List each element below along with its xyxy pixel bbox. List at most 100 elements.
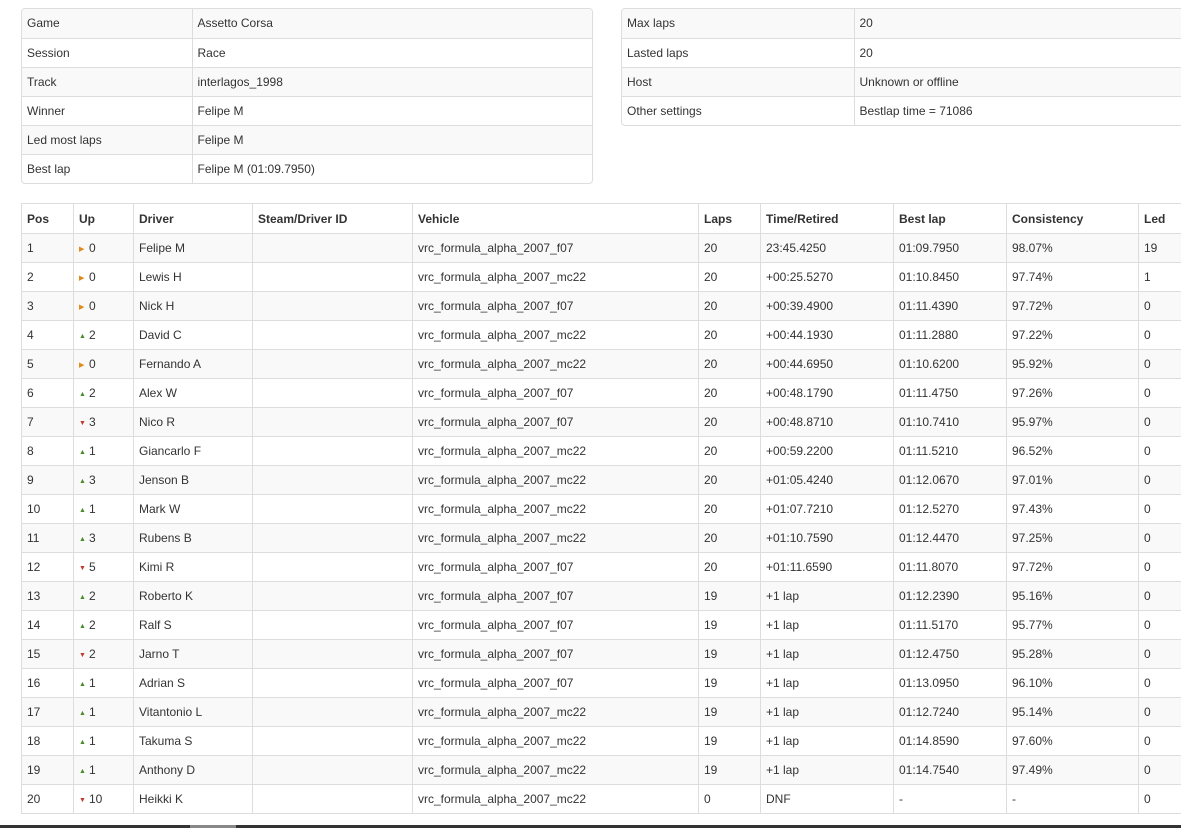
info-label: Other settings bbox=[622, 95, 855, 125]
led-cell: 0 bbox=[1138, 378, 1181, 408]
consistency-cell: 97.74% bbox=[1006, 262, 1139, 292]
led-cell: 0 bbox=[1138, 291, 1181, 321]
best-lap-cell: 01:12.7240 bbox=[893, 697, 1007, 727]
info-row: Host Unknown or offline bbox=[622, 66, 1181, 97]
position-change: 5 bbox=[89, 560, 96, 574]
position-change: 3 bbox=[89, 415, 96, 429]
laps-cell: 20 bbox=[698, 349, 761, 379]
table-row: 4 ▲ 2 David Cvrc_formula_alpha_2007_mc22 20 +… bbox=[21, 320, 1181, 350]
laps-cell: 20 bbox=[698, 552, 761, 582]
time-cell: +1 lap bbox=[760, 697, 894, 727]
table-row: 15 ▼ 2 Jarno Tvrc_formula_alpha_2007_f07 19 +… bbox=[21, 639, 1181, 669]
laps-cell: 19 bbox=[698, 639, 761, 669]
header-up[interactable]: Up bbox=[73, 203, 134, 234]
pos-cell: 19 bbox=[21, 755, 74, 785]
laps-cell: 19 bbox=[698, 581, 761, 611]
time-cell: +01:05.4240 bbox=[760, 465, 894, 495]
position-change: 1 bbox=[89, 502, 96, 516]
triangle-up-icon: ▲ bbox=[79, 478, 86, 485]
up-cell: ▶ 0 bbox=[73, 262, 134, 292]
triangle-right-icon: ▶ bbox=[79, 304, 85, 311]
time-cell: +00:39.4900 bbox=[760, 291, 894, 321]
consistency-cell: 97.22% bbox=[1006, 320, 1139, 350]
driver-cell: Nick H bbox=[133, 291, 253, 321]
steam-id-cell bbox=[252, 465, 413, 495]
pos-cell: 13 bbox=[21, 581, 74, 611]
led-cell: 0 bbox=[1138, 407, 1181, 437]
header-led[interactable]: Led bbox=[1138, 203, 1181, 234]
best-lap-cell: 01:11.8070 bbox=[893, 552, 1007, 582]
header-pos[interactable]: Pos bbox=[21, 203, 74, 234]
info-label: Best lap bbox=[22, 153, 193, 183]
driver-cell: Mark W bbox=[133, 494, 253, 524]
led-cell: 19 bbox=[1138, 233, 1181, 263]
info-value: 20 bbox=[853, 37, 1181, 68]
up-cell: ▲ 2 bbox=[73, 320, 134, 350]
time-cell: +01:07.7210 bbox=[760, 494, 894, 524]
pos-cell: 2 bbox=[21, 262, 74, 292]
vehicle-cell: vrc_formula_alpha_2007_f07 bbox=[412, 668, 699, 698]
header-vehicle[interactable]: Vehicle bbox=[412, 203, 699, 234]
consistency-cell: 96.52% bbox=[1006, 436, 1139, 466]
best-lap-cell: 01:09.7950 bbox=[893, 233, 1007, 263]
up-cell: ▲ 1 bbox=[73, 726, 134, 756]
best-lap-cell: 01:11.5210 bbox=[893, 436, 1007, 466]
led-cell: 0 bbox=[1138, 581, 1181, 611]
led-cell: 0 bbox=[1138, 755, 1181, 785]
info-label: Session bbox=[22, 37, 193, 68]
consistency-cell: 98.07% bbox=[1006, 233, 1139, 263]
steam-id-cell bbox=[252, 784, 413, 814]
led-cell: 0 bbox=[1138, 494, 1181, 524]
steam-id-cell bbox=[252, 697, 413, 727]
laps-cell: 20 bbox=[698, 378, 761, 408]
up-cell: ▲ 2 bbox=[73, 610, 134, 640]
time-cell: +1 lap bbox=[760, 726, 894, 756]
table-row: 9 ▲ 3 Jenson Bvrc_formula_alpha_2007_mc22 20… bbox=[21, 465, 1181, 495]
best-lap-cell: 01:11.4750 bbox=[893, 378, 1007, 408]
pos-cell: 14 bbox=[21, 610, 74, 640]
best-lap-cell: 01:14.7540 bbox=[893, 755, 1007, 785]
steam-id-cell bbox=[252, 610, 413, 640]
table-row: 10 ▲ 1 Mark Wvrc_formula_alpha_2007_mc22 20 +… bbox=[21, 494, 1181, 524]
header-time[interactable]: Time/Retired bbox=[760, 203, 894, 234]
pos-cell: 16 bbox=[21, 668, 74, 698]
header-laps[interactable]: Laps bbox=[698, 203, 761, 234]
consistency-cell: 97.72% bbox=[1006, 291, 1139, 321]
header-steam-id[interactable]: Steam/Driver ID bbox=[252, 203, 413, 234]
driver-cell: Jarno T bbox=[133, 639, 253, 669]
header-consistency[interactable]: Consistency bbox=[1006, 203, 1139, 234]
led-cell: 0 bbox=[1138, 436, 1181, 466]
time-cell: DNF bbox=[760, 784, 894, 814]
info-value: Race bbox=[191, 37, 592, 68]
steam-id-cell bbox=[252, 233, 413, 263]
header-best-lap[interactable]: Best lap bbox=[893, 203, 1007, 234]
info-label: Max laps bbox=[622, 9, 855, 39]
best-lap-cell: 01:14.8590 bbox=[893, 726, 1007, 756]
best-lap-cell: 01:12.2390 bbox=[893, 581, 1007, 611]
up-cell: ▼ 5 bbox=[73, 552, 134, 582]
led-cell: 0 bbox=[1138, 668, 1181, 698]
laps-cell: 0 bbox=[698, 784, 761, 814]
consistency-cell: 95.77% bbox=[1006, 610, 1139, 640]
pos-cell: 1 bbox=[21, 233, 74, 263]
vehicle-cell: vrc_formula_alpha_2007_f07 bbox=[412, 610, 699, 640]
header-driver[interactable]: Driver bbox=[133, 203, 253, 234]
time-cell: +01:11.6590 bbox=[760, 552, 894, 582]
driver-cell: Adrian S bbox=[133, 668, 253, 698]
time-cell: +00:44.1930 bbox=[760, 320, 894, 350]
up-cell: ▲ 1 bbox=[73, 494, 134, 524]
info-row: Other settings Bestlap time = 71086 bbox=[622, 95, 1181, 125]
led-cell: 0 bbox=[1138, 465, 1181, 495]
steam-id-cell bbox=[252, 668, 413, 698]
led-cell: 0 bbox=[1138, 320, 1181, 350]
driver-cell: Fernando A bbox=[133, 349, 253, 379]
up-cell: ▲ 3 bbox=[73, 523, 134, 553]
vehicle-cell: vrc_formula_alpha_2007_mc22 bbox=[412, 436, 699, 466]
best-lap-cell: 01:11.4390 bbox=[893, 291, 1007, 321]
triangle-down-icon: ▼ bbox=[79, 797, 86, 804]
info-value: Assetto Corsa bbox=[191, 9, 592, 39]
position-change: 2 bbox=[89, 386, 96, 400]
pos-cell: 15 bbox=[21, 639, 74, 669]
best-lap-cell: 01:11.2880 bbox=[893, 320, 1007, 350]
led-cell: 0 bbox=[1138, 349, 1181, 379]
